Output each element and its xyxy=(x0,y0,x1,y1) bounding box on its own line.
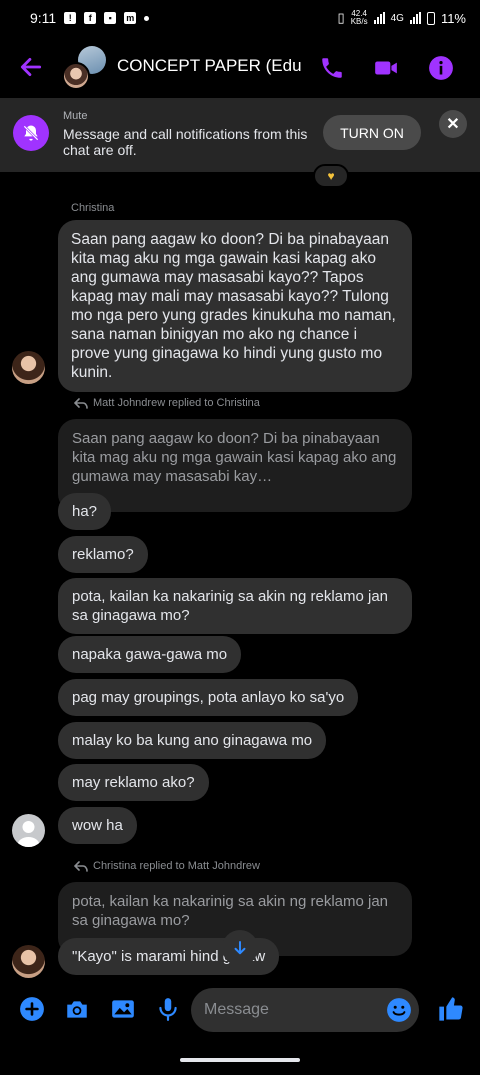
facebook-notification-icon: f xyxy=(84,12,97,24)
battery-level: 11% xyxy=(440,10,466,26)
group-avatar[interactable] xyxy=(62,46,106,90)
message-bubble[interactable]: reklamo? xyxy=(58,536,148,573)
net-speed: 42.4 KB/s xyxy=(351,10,368,26)
default-avatar-icon xyxy=(17,821,40,847)
chat-header: CONCEPT PAPER (Edu… xyxy=(0,36,480,98)
message-bubble[interactable]: pota, kailan ka nakarinig sa akin ng rek… xyxy=(58,578,412,634)
phone-icon[interactable] xyxy=(319,55,345,81)
scroll-to-bottom-button[interactable] xyxy=(222,930,258,966)
status-time: 9:11 xyxy=(30,10,57,26)
close-icon[interactable]: ✕ xyxy=(439,110,467,138)
signal-icon xyxy=(373,12,385,24)
mute-description: Message and call notifications from this… xyxy=(63,126,308,158)
mute-banner: Mute Message and call notifications from… xyxy=(0,98,480,172)
message-bubble[interactable]: Saan pang aagaw ko doon? Di ba pinabayaa… xyxy=(58,220,412,392)
sender-name: Christina xyxy=(71,202,115,214)
bell-muted-icon xyxy=(13,115,49,151)
chat-title[interactable]: CONCEPT PAPER (Edu… xyxy=(117,56,303,76)
net-speed-unit: KB/s xyxy=(350,17,368,26)
message-bubble[interactable]: wow ha xyxy=(58,807,137,844)
microphone-icon[interactable] xyxy=(155,996,181,1022)
signal-icon-2 xyxy=(409,12,421,24)
thumbs-up-icon[interactable] xyxy=(437,995,465,1023)
messenger-notification-icon: m xyxy=(124,12,137,24)
video-call-icon[interactable] xyxy=(372,55,400,81)
message-bubble[interactable]: malay ko ba kung ano ginagawa mo xyxy=(58,722,327,759)
camera-icon[interactable] xyxy=(64,996,90,1022)
message-bubble[interactable]: pag may groupings, pota anlayo ko sa'yo xyxy=(58,679,359,716)
message-bubble[interactable]: napaka gawa-gawa mo xyxy=(58,636,242,673)
quoted-message[interactable]: Saan pang aagaw ko doon? Di ba pinabayaa… xyxy=(58,419,412,512)
message-composer xyxy=(0,986,480,1034)
reply-icon xyxy=(74,397,88,409)
reply-indicator: Matt Johndrew replied to Christina xyxy=(74,397,260,409)
vibrate-icon: ▯ xyxy=(337,10,345,25)
mute-label: Mute xyxy=(63,110,88,122)
reply-label: Christina replied to Matt Johndrew xyxy=(93,860,260,872)
message-input[interactable] xyxy=(191,988,419,1032)
gallery-notification-icon: ▪ xyxy=(104,12,117,24)
alert-notification-icon: ! xyxy=(64,12,77,24)
avatar-matt[interactable] xyxy=(12,814,45,847)
message-bubble[interactable]: may reklamo ako? xyxy=(58,764,209,801)
reply-indicator: Christina replied to Matt Johndrew xyxy=(74,860,260,872)
arrow-down-icon xyxy=(234,941,246,955)
status-bar: 9:11 ! f ▪ m ▯ 42.4 KB/s 4G 11% xyxy=(0,0,480,36)
heart-reaction-icon[interactable]: ♥ xyxy=(313,164,349,188)
more-notifications-icon xyxy=(144,15,150,21)
back-arrow-icon[interactable] xyxy=(18,54,44,80)
reply-label: Matt Johndrew replied to Christina xyxy=(93,397,260,409)
info-icon[interactable] xyxy=(428,55,454,81)
network-type: 4G xyxy=(390,12,404,24)
avatar-christina[interactable] xyxy=(12,351,45,384)
plus-icon[interactable] xyxy=(19,996,45,1022)
home-indicator[interactable] xyxy=(180,1058,300,1062)
reply-icon xyxy=(74,860,88,872)
turn-on-button[interactable]: TURN ON xyxy=(323,115,421,150)
message-bubble[interactable]: ha? xyxy=(58,493,112,530)
gallery-icon[interactable] xyxy=(110,996,136,1022)
emoji-icon[interactable] xyxy=(386,997,412,1023)
avatar-christina[interactable] xyxy=(12,945,45,978)
member-avatar-2 xyxy=(62,62,90,90)
battery-icon xyxy=(426,11,435,25)
